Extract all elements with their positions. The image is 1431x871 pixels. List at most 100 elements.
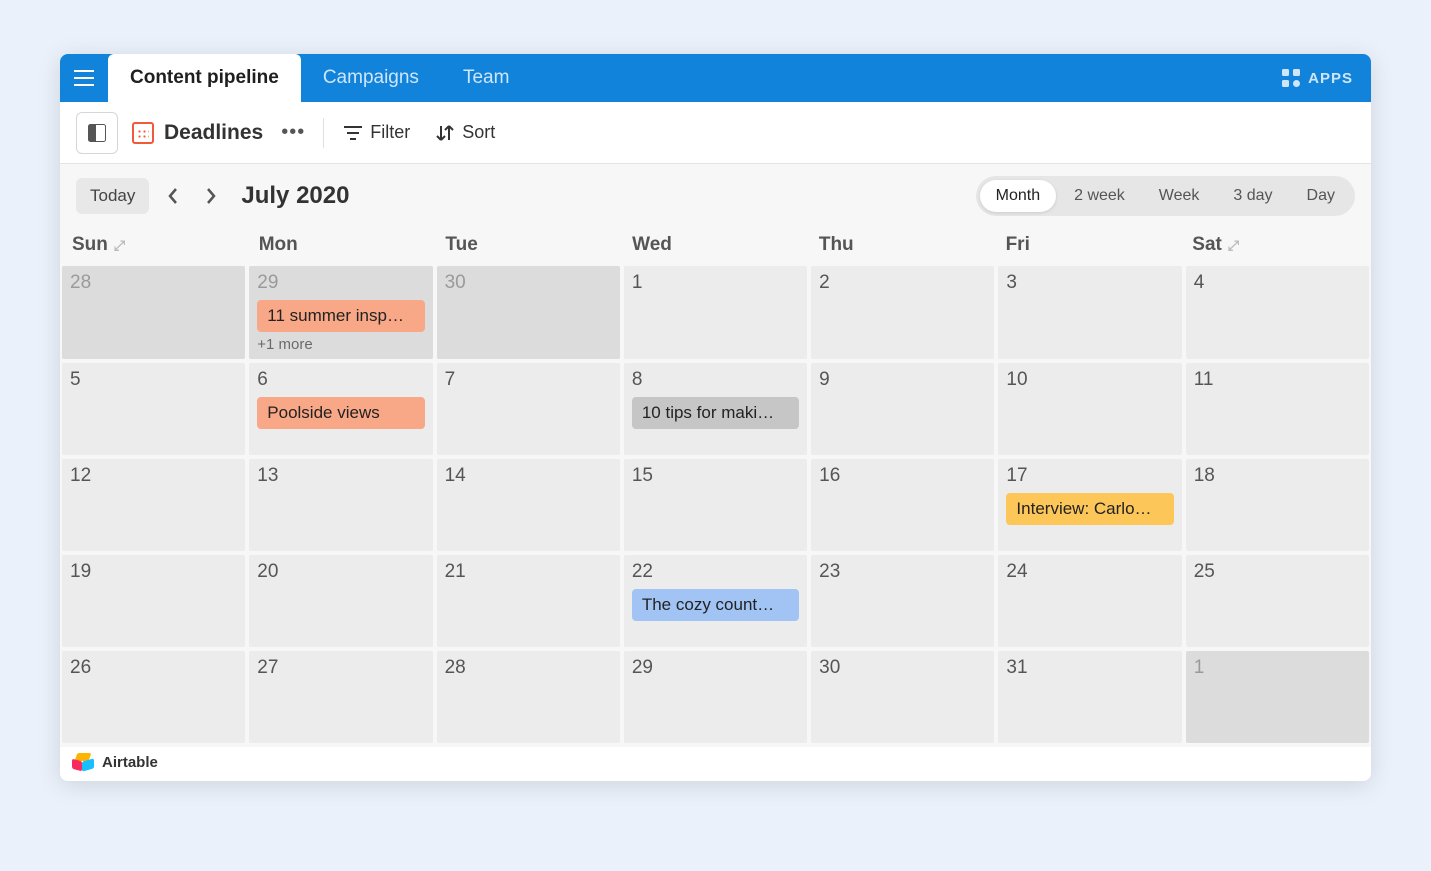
tab-campaigns[interactable]: Campaigns — [301, 54, 441, 102]
day-number: 26 — [70, 657, 237, 679]
calendar: Sun⤢ Mon Tue Wed Thu Fri Sat⤢ 282911 sum… — [60, 228, 1371, 747]
calendar-cell[interactable]: 1 — [624, 266, 807, 359]
day-header-label: Fri — [1006, 234, 1030, 256]
day-number: 1 — [632, 272, 799, 294]
prev-month-button[interactable] — [159, 182, 187, 210]
today-button[interactable]: Today — [76, 178, 149, 214]
calendar-cell[interactable]: 5 — [62, 363, 245, 455]
calendar-cell[interactable]: 22 The cozy count… — [624, 555, 807, 647]
day-number: 21 — [445, 561, 612, 583]
range-toggle: Month 2 week Week 3 day Day — [976, 176, 1355, 216]
today-label: Today — [90, 186, 135, 205]
day-number: 22 — [632, 561, 799, 583]
next-month-button[interactable] — [197, 182, 225, 210]
day-header-wed: Wed — [622, 234, 809, 256]
day-number: 16 — [819, 465, 986, 487]
more-events-link[interactable]: +1 more — [257, 336, 424, 353]
calendar-event[interactable]: Interview: Carlo… — [1006, 493, 1173, 525]
day-number: 29 — [632, 657, 799, 679]
calendar-cell[interactable]: 29 — [624, 651, 807, 743]
day-number: 23 — [819, 561, 986, 583]
calendar-cell[interactable]: 9 — [811, 363, 994, 455]
day-header-label: Tue — [445, 234, 477, 256]
day-number: 7 — [445, 369, 612, 391]
brand-label: Airtable — [102, 754, 158, 771]
calendar-week: 12 13 14 15 16 17Interview: Carlo… 18 — [62, 459, 1369, 551]
day-number: 5 — [70, 369, 237, 391]
calendar-cell[interactable]: 23 — [811, 555, 994, 647]
calendar-cell[interactable]: 17Interview: Carlo… — [998, 459, 1181, 551]
day-header-sat: Sat⤢ — [1182, 234, 1369, 256]
calendar-cell[interactable]: 8 10 tips for maki… — [624, 363, 807, 455]
view-more-menu[interactable]: ••• — [277, 121, 309, 144]
range-week[interactable]: Week — [1143, 180, 1216, 212]
calendar-cell[interactable]: 19 — [62, 555, 245, 647]
calendar-cell[interactable]: 3 — [998, 266, 1181, 359]
tab-label: Campaigns — [323, 67, 419, 89]
calendar-cell[interactable]: 21 — [437, 555, 620, 647]
view-name-label: Deadlines — [164, 121, 263, 145]
apps-button[interactable]: APPS — [1282, 54, 1353, 102]
calendar-cell[interactable]: 25 — [1186, 555, 1369, 647]
day-number: 18 — [1194, 465, 1361, 487]
calendar-cell[interactable]: 2 — [811, 266, 994, 359]
day-number: 13 — [257, 465, 424, 487]
calendar-cell[interactable]: 27 — [249, 651, 432, 743]
day-header-label: Wed — [632, 234, 672, 256]
day-header-tue: Tue — [435, 234, 622, 256]
range-label: Week — [1159, 187, 1200, 204]
calendar-cell[interactable]: 7 — [437, 363, 620, 455]
day-number: 24 — [1006, 561, 1173, 583]
calendar-cell[interactable]: 13 — [249, 459, 432, 551]
calendar-cell[interactable]: 15 — [624, 459, 807, 551]
calendar-cell[interactable]: 20 — [249, 555, 432, 647]
day-number: 8 — [632, 369, 799, 391]
side-panel-toggle[interactable] — [76, 112, 118, 154]
calendar-event[interactable]: 10 tips for maki… — [632, 397, 799, 429]
calendar-cell[interactable]: 18 — [1186, 459, 1369, 551]
range-label: 2 week — [1074, 187, 1125, 204]
calendar-cell[interactable]: 10 — [998, 363, 1181, 455]
footer: Airtable — [60, 747, 1371, 781]
menu-icon[interactable] — [60, 54, 108, 102]
tab-team[interactable]: Team — [441, 54, 531, 102]
range-3day[interactable]: 3 day — [1217, 180, 1288, 212]
day-number: 29 — [257, 272, 424, 294]
range-2week[interactable]: 2 week — [1058, 180, 1141, 212]
calendar-icon — [132, 122, 154, 144]
tab-content-pipeline[interactable]: Content pipeline — [108, 54, 301, 102]
expand-icon[interactable]: ⤢ — [114, 237, 125, 254]
range-day[interactable]: Day — [1291, 180, 1351, 212]
filter-button[interactable]: Filter — [338, 118, 416, 147]
calendar-cell[interactable]: 1 — [1186, 651, 1369, 743]
calendar-cell[interactable]: 30 — [811, 651, 994, 743]
calendar-cell[interactable]: 29 11 summer insp… +1 more — [249, 266, 432, 359]
calendar-event[interactable]: The cozy count… — [632, 589, 799, 621]
calendar-cell[interactable]: 12 — [62, 459, 245, 551]
calendar-cell[interactable]: 14 — [437, 459, 620, 551]
tab-bar: Content pipeline Campaigns Team APPS — [60, 54, 1371, 102]
calendar-event[interactable]: Poolside views — [257, 397, 424, 429]
calendar-cell[interactable]: 31 — [998, 651, 1181, 743]
calendar-cell[interactable]: 28 — [437, 651, 620, 743]
calendar-cell[interactable]: 26 — [62, 651, 245, 743]
divider — [323, 118, 324, 148]
day-number: 14 — [445, 465, 612, 487]
calendar-cell[interactable]: 24 — [998, 555, 1181, 647]
day-number: 19 — [70, 561, 237, 583]
calendar-cell[interactable]: 6Poolside views — [249, 363, 432, 455]
range-month[interactable]: Month — [980, 180, 1056, 212]
calendar-cell[interactable]: 28 — [62, 266, 245, 359]
sort-label: Sort — [462, 122, 495, 143]
view-name[interactable]: Deadlines — [132, 121, 263, 145]
calendar-event[interactable]: 11 summer insp… — [257, 300, 424, 332]
expand-icon[interactable]: ⤢ — [1228, 237, 1239, 254]
sort-button[interactable]: Sort — [430, 118, 501, 147]
calendar-cell[interactable]: 16 — [811, 459, 994, 551]
tab-label: Content pipeline — [130, 67, 279, 89]
airtable-logo-icon — [72, 753, 94, 771]
calendar-cell[interactable]: 4 — [1186, 266, 1369, 359]
calendar-cell[interactable]: 30 — [437, 266, 620, 359]
sort-icon — [436, 125, 454, 141]
calendar-cell[interactable]: 11 — [1186, 363, 1369, 455]
